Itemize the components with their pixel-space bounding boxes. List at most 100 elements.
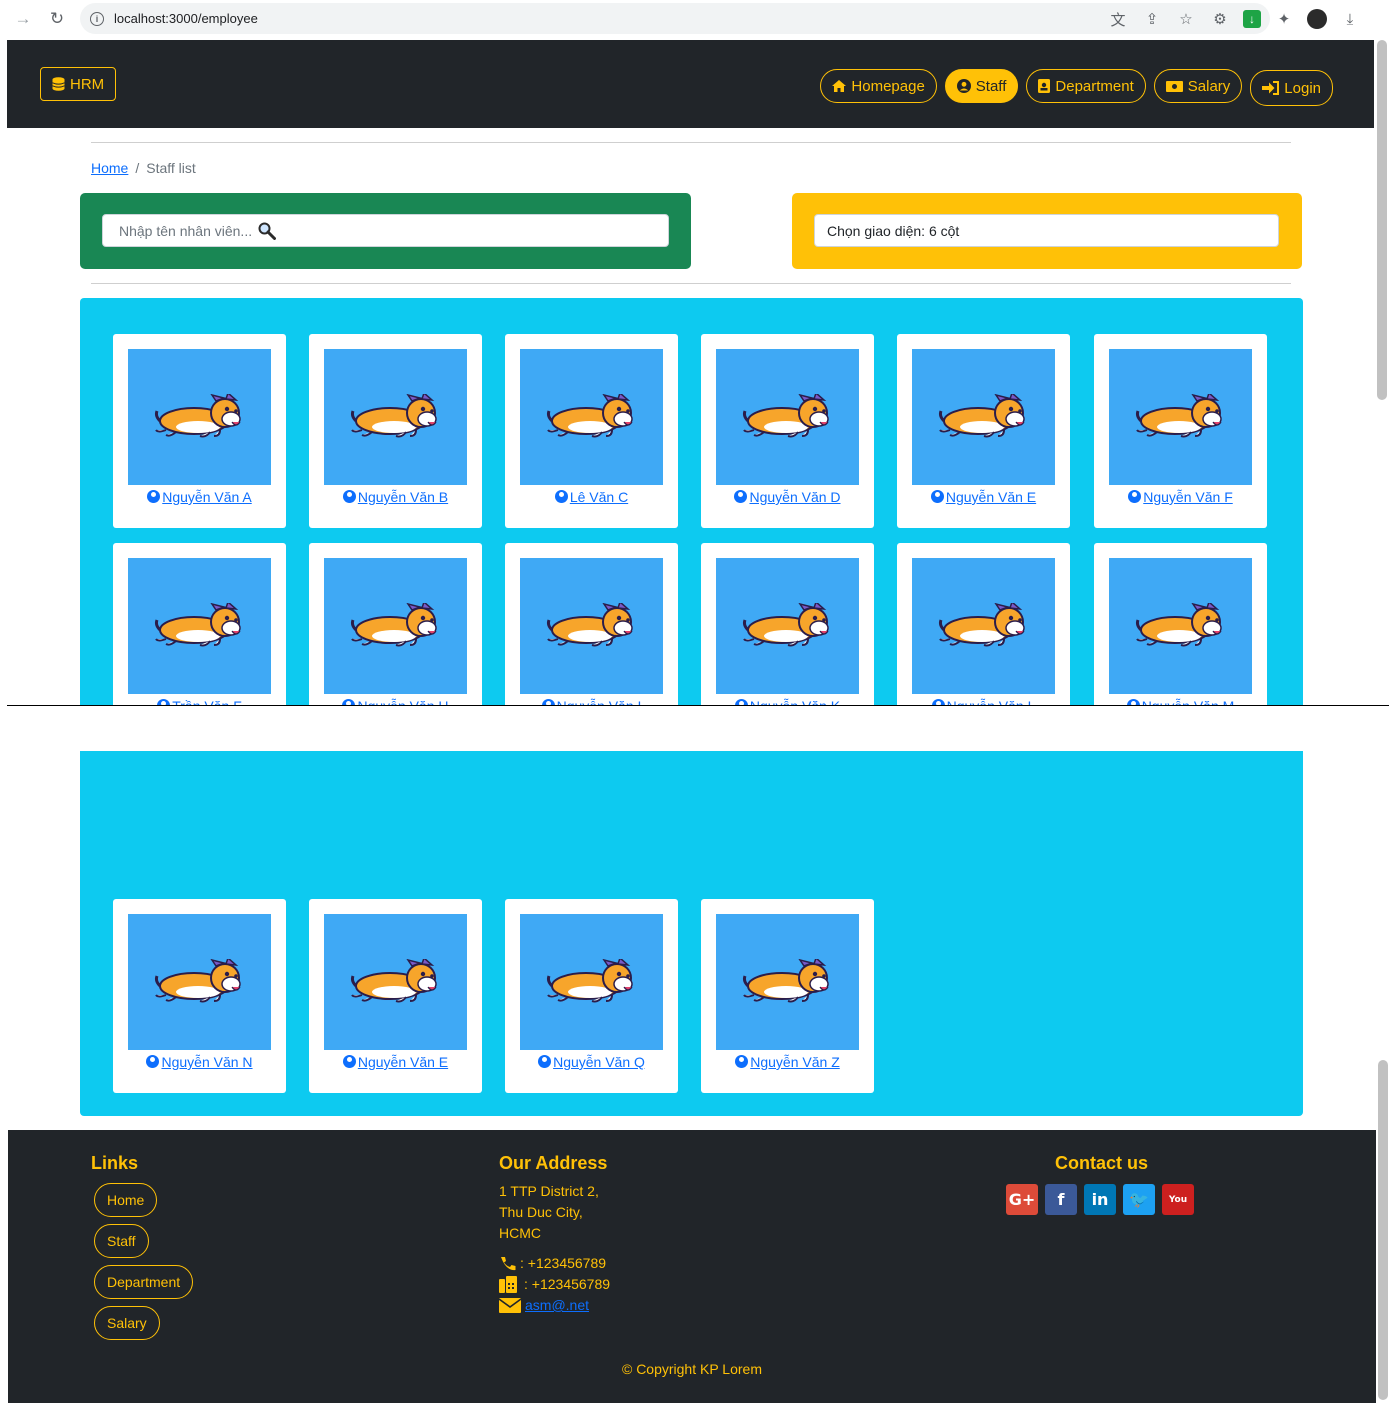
downloads-icon[interactable]: ⤓ xyxy=(1339,8,1361,30)
user-circle-icon xyxy=(146,1055,160,1068)
staff-name-link[interactable]: Nguyễn Văn F xyxy=(1094,489,1267,505)
share-icon[interactable]: ⇪ xyxy=(1141,8,1163,30)
user-circle-icon xyxy=(554,490,568,503)
footer: Links Home Staff Department Salary Our A… xyxy=(8,1130,1376,1403)
download-extension-icon[interactable]: ↓ xyxy=(1243,10,1261,28)
bookmark-star-icon[interactable]: ☆ xyxy=(1175,8,1197,30)
reload-icon[interactable]: ↻ xyxy=(43,5,71,33)
staff-name-link[interactable]: Nguyễn Văn E xyxy=(897,489,1070,505)
staff-photo[interactable] xyxy=(128,914,271,1050)
footer-links-title: Links xyxy=(91,1153,139,1173)
nav-staff-label: Staff xyxy=(975,77,1007,95)
breadcrumb-current: Staff list xyxy=(146,160,196,176)
staff-photo[interactable] xyxy=(128,349,271,485)
translate-icon[interactable]: 文 xyxy=(1107,8,1129,30)
staff-photo[interactable] xyxy=(520,914,663,1050)
staff-photo[interactable] xyxy=(1109,558,1252,694)
staff-card[interactable]: Nguyễn Văn F xyxy=(1094,334,1267,528)
nav-salary[interactable]: Salary xyxy=(1153,69,1243,103)
nav-links: Homepage Staff Department Salary Login xyxy=(820,69,1333,106)
staff-card[interactable]: Nguyễn Văn A xyxy=(113,334,286,528)
youtube-icon[interactable]: You xyxy=(1162,1184,1194,1215)
footer-address-title: Our Address xyxy=(499,1153,608,1173)
database-icon xyxy=(52,77,65,91)
staff-search-input[interactable]: Nhập tên nhân viên... xyxy=(102,214,669,247)
page-scrollbar[interactable] xyxy=(1377,40,1387,400)
staff-photo[interactable] xyxy=(128,558,271,694)
staff-name-link[interactable]: Nguyễn Văn A xyxy=(113,489,286,505)
breadcrumb-home-link[interactable]: Home xyxy=(91,160,128,176)
user-circle-icon xyxy=(147,490,161,503)
footer-link-department[interactable]: Department xyxy=(94,1265,194,1299)
staff-card[interactable]: Nguyễn Văn Z xyxy=(701,899,874,1093)
staff-card[interactable]: Nguyễn Văn E xyxy=(897,334,1070,528)
staff-photo[interactable] xyxy=(324,349,467,485)
info-icon[interactable]: i xyxy=(90,11,104,26)
staff-name-link[interactable]: Nguyễn Văn D xyxy=(701,489,874,505)
url-text: localhost:3000/employee xyxy=(114,11,258,26)
back-arrow-icon[interactable]: → xyxy=(9,5,37,33)
brand-logo[interactable]: HRM xyxy=(40,67,117,101)
footer-links: Home Staff Department Salary xyxy=(94,1183,194,1340)
staff-card[interactable]: Nguyễn Văn Q xyxy=(505,899,678,1093)
staff-card[interactable]: Lê Văn C xyxy=(505,334,678,528)
staff-name-link[interactable]: Nguyễn Văn B xyxy=(309,489,482,505)
email-link[interactable]: asm@.net xyxy=(525,1295,589,1316)
sign-in-icon xyxy=(1262,81,1280,95)
google-plus-icon[interactable]: G+ xyxy=(1006,1184,1038,1215)
staff-name: Nguyễn Văn D xyxy=(749,489,841,505)
footer-address: 1 TTP District 2, Thu Duc City, HCMC : +… xyxy=(499,1181,610,1316)
nav-department[interactable]: Department xyxy=(1026,69,1146,103)
staff-photo[interactable] xyxy=(716,914,859,1050)
search-placeholder: Nhập tên nhân viên... xyxy=(119,222,253,239)
nav-login[interactable]: Login xyxy=(1250,70,1333,106)
nav-salary-label: Salary xyxy=(1187,77,1231,95)
home-icon xyxy=(832,80,847,92)
staff-name: Nguyễn Văn Z xyxy=(750,1054,840,1070)
staff-photo[interactable] xyxy=(520,349,663,485)
staff-name-link[interactable]: Nguyễn Văn N xyxy=(113,1054,286,1070)
staff-photo[interactable] xyxy=(912,558,1055,694)
layout-select[interactable]: Chọn giao diện: 6 cột xyxy=(814,214,1279,247)
staff-name-link[interactable]: Nguyễn Văn Z xyxy=(701,1054,874,1070)
breadcrumb: Home / Staff list xyxy=(91,160,196,176)
money-bill-icon xyxy=(1165,80,1183,92)
fax-icon xyxy=(499,1276,517,1293)
footer-contact-title: Contact us xyxy=(1055,1153,1149,1173)
staff-card[interactable]: Nguyễn Văn N xyxy=(113,899,286,1093)
staff-photo[interactable] xyxy=(324,558,467,694)
footer-link-home[interactable]: Home xyxy=(94,1183,158,1217)
footer-link-staff[interactable]: Staff xyxy=(94,1224,149,1258)
staff-card[interactable]: Nguyễn Văn D xyxy=(701,334,874,528)
brand-label: HRM xyxy=(70,75,105,93)
nav-staff[interactable]: Staff xyxy=(944,69,1019,103)
staff-name-link[interactable]: Nguyễn Văn Q xyxy=(505,1054,678,1070)
twitter-icon[interactable]: 🐦 xyxy=(1123,1184,1155,1215)
footer-link-salary[interactable]: Salary xyxy=(94,1306,160,1340)
page-scrollbar-lower[interactable] xyxy=(1378,1060,1388,1400)
staff-photo[interactable] xyxy=(1109,349,1252,485)
search-panel: Nhập tên nhân viên... xyxy=(80,193,691,269)
layout-panel: Chọn giao diện: 6 cột xyxy=(792,193,1302,269)
staff-name: Lê Văn C xyxy=(569,489,629,505)
profile-avatar-icon[interactable] xyxy=(1307,9,1327,29)
staff-name: Nguyễn Văn B xyxy=(357,489,449,505)
browser-toolbar: → ↻ i localhost:3000/employee 文 ⇪ ☆ ⚙ ↓ … xyxy=(0,0,1395,38)
staff-photo[interactable] xyxy=(716,558,859,694)
staff-card[interactable]: Nguyễn Văn B xyxy=(309,334,482,528)
linkedin-icon[interactable]: in xyxy=(1084,1184,1116,1215)
extension-badge-icon[interactable]: ⚙ xyxy=(1209,8,1231,30)
nav-homepage[interactable]: Homepage xyxy=(820,69,937,103)
facebook-icon[interactable]: f xyxy=(1045,1184,1077,1215)
magnifier-icon xyxy=(258,222,277,240)
staff-photo[interactable] xyxy=(324,914,467,1050)
staff-photo[interactable] xyxy=(912,349,1055,485)
puzzle-extensions-icon[interactable]: ✦ xyxy=(1273,8,1295,30)
staff-name-link[interactable]: Lê Văn C xyxy=(505,489,678,505)
staff-card[interactable]: Nguyễn Văn E xyxy=(309,899,482,1093)
staff-photo[interactable] xyxy=(716,349,859,485)
staff-name-link[interactable]: Nguyễn Văn E xyxy=(309,1054,482,1070)
staff-photo[interactable] xyxy=(520,558,663,694)
address-bar[interactable]: i localhost:3000/employee xyxy=(80,3,1270,34)
user-circle-icon xyxy=(342,1055,356,1068)
